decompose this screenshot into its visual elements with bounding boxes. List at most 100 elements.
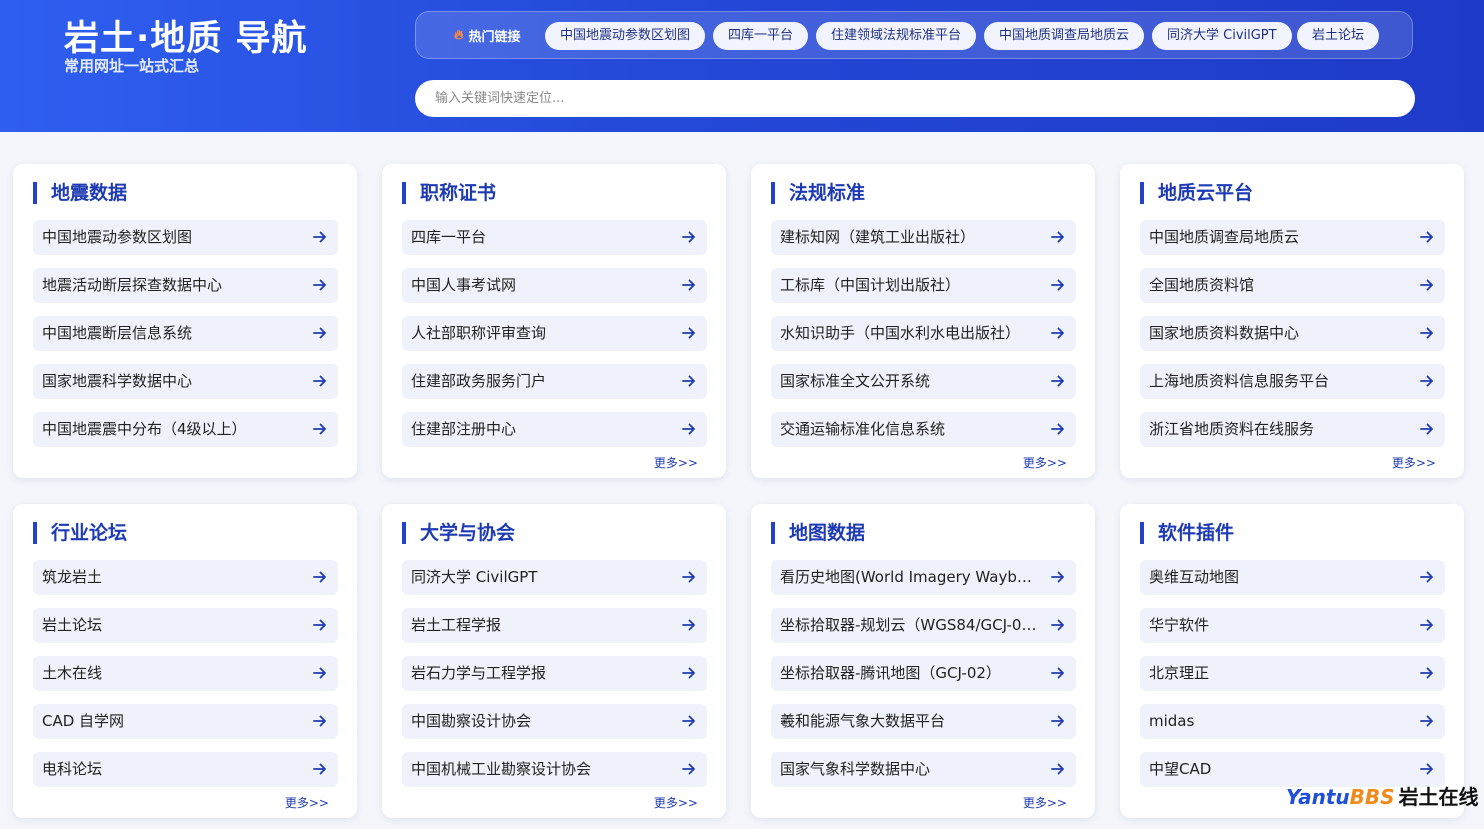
- hot-link-chip[interactable]: 四库一平台: [713, 22, 809, 50]
- link-item[interactable]: 电科论坛: [33, 752, 338, 787]
- link-label: 中国地震动参数区划图: [42, 228, 193, 246]
- link-item[interactable]: 中国地震动参数区划图: [33, 220, 338, 255]
- search-input[interactable]: [415, 80, 1415, 117]
- section-title: 地质云平台: [1140, 182, 1253, 204]
- link-item[interactable]: 地震活动断层探查数据中心: [33, 268, 338, 303]
- more-link[interactable]: 更多>>: [1023, 454, 1067, 471]
- site-title: 岩土·地质 导航: [64, 19, 308, 59]
- link-item[interactable]: 水知识助手（中国水利水电出版社）: [771, 316, 1076, 351]
- link-label: 中国人事考试网: [411, 276, 517, 294]
- link-item[interactable]: 北京理正: [1140, 656, 1445, 691]
- link-item[interactable]: 上海地质资料信息服务平台: [1140, 364, 1445, 399]
- link-item[interactable]: 住建部注册中心: [402, 412, 707, 447]
- arrow-right-icon: [313, 327, 326, 339]
- arrow-right-icon: [1051, 715, 1064, 727]
- link-item[interactable]: 坐标拾取器-腾讯地图（GCJ-02）: [771, 656, 1076, 691]
- section-card: 职称证书四库一平台中国人事考试网人社部职称评审查询 住建部政务服务门户 住建部注册中…: [382, 164, 726, 478]
- link-item[interactable]: 看历史地图(World Imagery Wayback): [771, 560, 1076, 595]
- link-item[interactable]: 中国地震断层信息系统: [33, 316, 338, 351]
- link-item[interactable]: 中国机械工业勘察设计协会: [402, 752, 707, 787]
- link-label: midas: [1149, 712, 1195, 730]
- arrow-right-icon: [313, 571, 326, 583]
- fire-icon: 🔥︎: [454, 28, 464, 43]
- hot-label-text: 热门链接: [468, 30, 521, 45]
- link-item[interactable]: 住建部政务服务门户: [402, 364, 707, 399]
- hot-links-bar: 🔥︎ 热门链接 中国地震动参数区划图 四库一平台 住建领域法规标准平台 中国地质…: [415, 11, 1413, 59]
- link-label: 中国勘察设计协会: [411, 712, 532, 730]
- more-link[interactable]: 更多>>: [1392, 454, 1436, 471]
- arrow-right-icon: [313, 667, 326, 679]
- link-item[interactable]: 建标知网（建筑工业出版社）: [771, 220, 1076, 255]
- link-item[interactable]: 筑龙岩土: [33, 560, 338, 595]
- link-item[interactable]: 国家气象科学数据中心: [771, 752, 1076, 787]
- section-title: 地图数据: [771, 522, 865, 544]
- link-label: 国家地震科学数据中心: [42, 372, 193, 390]
- section-title: 职称证书: [402, 182, 496, 204]
- link-item[interactable]: 国家标准全文公开系统: [771, 364, 1076, 399]
- arrow-right-icon: [682, 619, 695, 631]
- link-label: CAD 自学网: [42, 712, 125, 730]
- link-item[interactable]: 坐标拾取器-规划云（WGS84/GCJ-02…: [771, 608, 1076, 643]
- link-item[interactable]: 岩土工程学报: [402, 608, 707, 643]
- link-label: 中国地质调查局地质云: [1149, 228, 1300, 246]
- hot-link-chip[interactable]: 住建领域法规标准平台: [816, 22, 977, 50]
- more-link[interactable]: 更多>>: [654, 794, 698, 811]
- link-item[interactable]: 华宁软件: [1140, 608, 1445, 643]
- link-item[interactable]: midas: [1140, 704, 1445, 739]
- link-label: 中国机械工业勘察设计协会: [411, 760, 592, 778]
- arrow-right-icon: [1051, 279, 1064, 291]
- link-label: 筑龙岩土: [42, 568, 103, 586]
- section-card: 行业论坛 筑龙岩土 岩土论坛 土木在线 CAD 自学网 电科论坛 更多>>: [13, 504, 357, 818]
- link-item[interactable]: 中国地震震中分布（4级以上）: [33, 412, 338, 447]
- link-label: 四库一平台: [411, 228, 487, 246]
- link-item[interactable]: 中国勘察设计协会: [402, 704, 707, 739]
- arrow-right-icon: [682, 375, 695, 387]
- link-label: 坐标拾取器-腾讯地图（GCJ-02）: [780, 664, 1001, 682]
- hot-link-chip[interactable]: 中国地质调查局地质云: [984, 22, 1145, 50]
- yantubbs-watermark: YantuBBS 岩土在线: [1286, 785, 1479, 809]
- link-label: 中国地震震中分布（4级以上）: [42, 420, 247, 438]
- link-label: 电科论坛: [42, 760, 103, 778]
- arrow-right-icon: [313, 423, 326, 435]
- hot-link-chip[interactable]: 中国地震动参数区划图: [545, 22, 706, 50]
- link-item[interactable]: 国家地质资料数据中心: [1140, 316, 1445, 351]
- hot-link-chip[interactable]: 岩土论坛: [1297, 22, 1380, 50]
- link-item[interactable]: 中国人事考试网: [402, 268, 707, 303]
- link-label: 工标库（中国计划出版社）: [780, 276, 961, 294]
- link-item[interactable]: 中国地质调查局地质云: [1140, 220, 1445, 255]
- link-label: 羲和能源气象大数据平台: [780, 712, 946, 730]
- link-label: 国家地质资料数据中心: [1149, 324, 1300, 342]
- link-item[interactable]: 工标库（中国计划出版社）: [771, 268, 1076, 303]
- section-card: 法规标准 建标知网（建筑工业出版社） 工标库（中国计划出版社） 水知识助手（中国水利水…: [751, 164, 1095, 478]
- link-label: 地震活动断层探查数据中心: [42, 276, 223, 294]
- arrow-right-icon: [1051, 231, 1064, 243]
- arrow-right-icon: [1420, 763, 1433, 775]
- link-item[interactable]: 四库一平台: [402, 220, 707, 255]
- arrow-right-icon: [313, 279, 326, 291]
- link-item[interactable]: 土木在线: [33, 656, 338, 691]
- arrow-right-icon: [1420, 423, 1433, 435]
- hot-links-label: 🔥︎ 热门链接: [454, 26, 521, 45]
- link-item[interactable]: 同济大学 CivilGPT: [402, 560, 707, 595]
- link-item[interactable]: 全国地质资料馆: [1140, 268, 1445, 303]
- more-link[interactable]: 更多>>: [654, 454, 698, 471]
- link-item[interactable]: 奥维互动地图: [1140, 560, 1445, 595]
- link-item[interactable]: 交通运输标准化信息系统: [771, 412, 1076, 447]
- arrow-right-icon: [1420, 327, 1433, 339]
- link-item[interactable]: 岩石力学与工程学报: [402, 656, 707, 691]
- link-item[interactable]: 羲和能源气象大数据平台: [771, 704, 1076, 739]
- more-link[interactable]: 更多>>: [285, 794, 329, 811]
- more-link[interactable]: 更多>>: [1023, 794, 1067, 811]
- link-item[interactable]: 国家地震科学数据中心: [33, 364, 338, 399]
- link-item[interactable]: 岩土论坛: [33, 608, 338, 643]
- link-label: 同济大学 CivilGPT: [411, 568, 538, 586]
- arrow-right-icon: [682, 667, 695, 679]
- link-item[interactable]: CAD 自学网: [33, 704, 338, 739]
- link-item[interactable]: 浙江省地质资料在线服务: [1140, 412, 1445, 447]
- arrow-right-icon: [313, 763, 326, 775]
- arrow-right-icon: [313, 231, 326, 243]
- site-subtitle: 常用网址一站式汇总: [64, 57, 200, 75]
- hot-link-chip[interactable]: 同济大学 CivilGPT: [1152, 22, 1292, 50]
- link-item[interactable]: 人社部职称评审查询: [402, 316, 707, 351]
- link-label: 坐标拾取器-规划云（WGS84/GCJ-02…: [780, 616, 1040, 634]
